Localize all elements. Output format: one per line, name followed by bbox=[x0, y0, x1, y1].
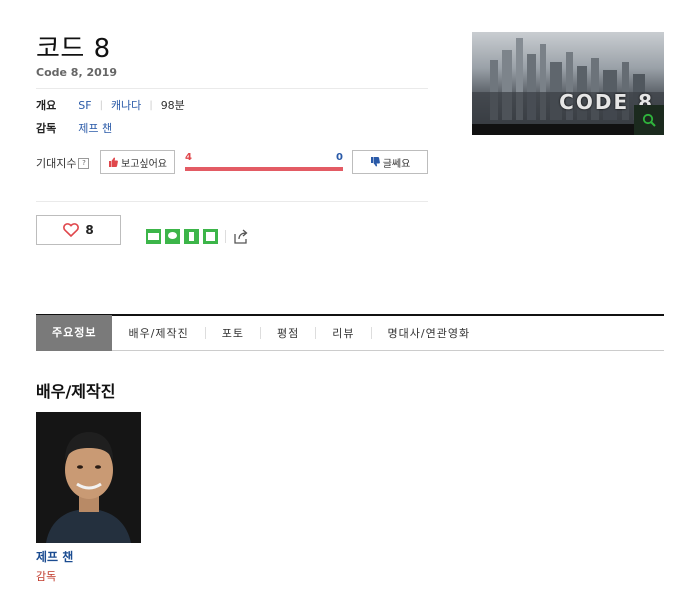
expectation-bar bbox=[185, 167, 343, 171]
separator: | bbox=[149, 99, 153, 111]
talk-icon[interactable] bbox=[165, 229, 180, 244]
director-row: 감독 제프 챈 bbox=[36, 120, 112, 136]
expectation-label-wrap: 기대지수 ? bbox=[36, 155, 90, 171]
green-square-icon[interactable] bbox=[203, 229, 218, 244]
tab-main-info[interactable]: 주요정보 bbox=[36, 315, 113, 351]
director-link[interactable]: 제프 챈 bbox=[78, 120, 112, 136]
not-sure-label: 글쎄요 bbox=[382, 158, 411, 170]
expectation-label: 기대지수 bbox=[36, 157, 77, 170]
divider bbox=[36, 201, 428, 202]
section-title: 배우/제작진 bbox=[36, 382, 116, 401]
person-photo[interactable] bbox=[36, 412, 141, 543]
person-name[interactable]: 제프 챈 bbox=[36, 548, 73, 565]
help-icon[interactable]: ? bbox=[78, 157, 90, 169]
want-button[interactable]: 보고싶어요 bbox=[100, 150, 175, 174]
search-icon bbox=[642, 113, 656, 127]
tab-quotes-related[interactable]: 명대사/연관영화 bbox=[372, 325, 487, 341]
heart-icon bbox=[63, 223, 80, 237]
separator bbox=[225, 230, 226, 243]
overview-row: 개요 SF | 캐나다 | 98분 bbox=[36, 97, 185, 113]
runtime: 98분 bbox=[160, 99, 185, 112]
tab-bar: 주요정보 배우/제작진 포토 평점 리뷰 명대사/연관영화 bbox=[36, 314, 664, 351]
movie-title: 코드 8 bbox=[36, 34, 111, 64]
tab-photo[interactable]: 포토 bbox=[206, 325, 260, 341]
not-sure-count: 0 bbox=[336, 152, 343, 163]
country-link[interactable]: 캐나다 bbox=[111, 97, 141, 113]
person-role: 감독 bbox=[36, 570, 57, 583]
expectation-bar-fill bbox=[185, 167, 343, 171]
share-icon[interactable] bbox=[233, 229, 249, 244]
like-button[interactable]: 8 bbox=[36, 215, 121, 245]
divider bbox=[36, 88, 428, 89]
overview-label: 개요 bbox=[36, 99, 57, 112]
movie-subtitle: Code 8, 2019 bbox=[36, 66, 118, 79]
director-label: 감독 bbox=[36, 122, 57, 135]
zoom-button[interactable] bbox=[634, 105, 664, 135]
like-count: 8 bbox=[85, 223, 94, 237]
want-label: 보고싶어요 bbox=[121, 158, 167, 170]
tab-cast-crew[interactable]: 배우/제작진 bbox=[112, 325, 204, 341]
blog-icon[interactable] bbox=[146, 229, 161, 244]
not-sure-button[interactable]: 글쎄요 bbox=[352, 150, 428, 174]
thumbs-up-icon bbox=[109, 157, 118, 167]
movie-poster[interactable]: CODE 8 bbox=[472, 32, 664, 135]
separator: | bbox=[99, 99, 103, 111]
want-count: 4 bbox=[185, 152, 192, 163]
bookmark-icon[interactable] bbox=[184, 229, 199, 244]
tab-rating[interactable]: 평점 bbox=[261, 325, 315, 341]
genre-link[interactable]: SF bbox=[78, 99, 91, 112]
share-icons bbox=[146, 229, 249, 244]
thumbs-down-icon bbox=[370, 157, 380, 167]
tab-review[interactable]: 리뷰 bbox=[316, 325, 370, 341]
person-portrait bbox=[36, 412, 141, 543]
